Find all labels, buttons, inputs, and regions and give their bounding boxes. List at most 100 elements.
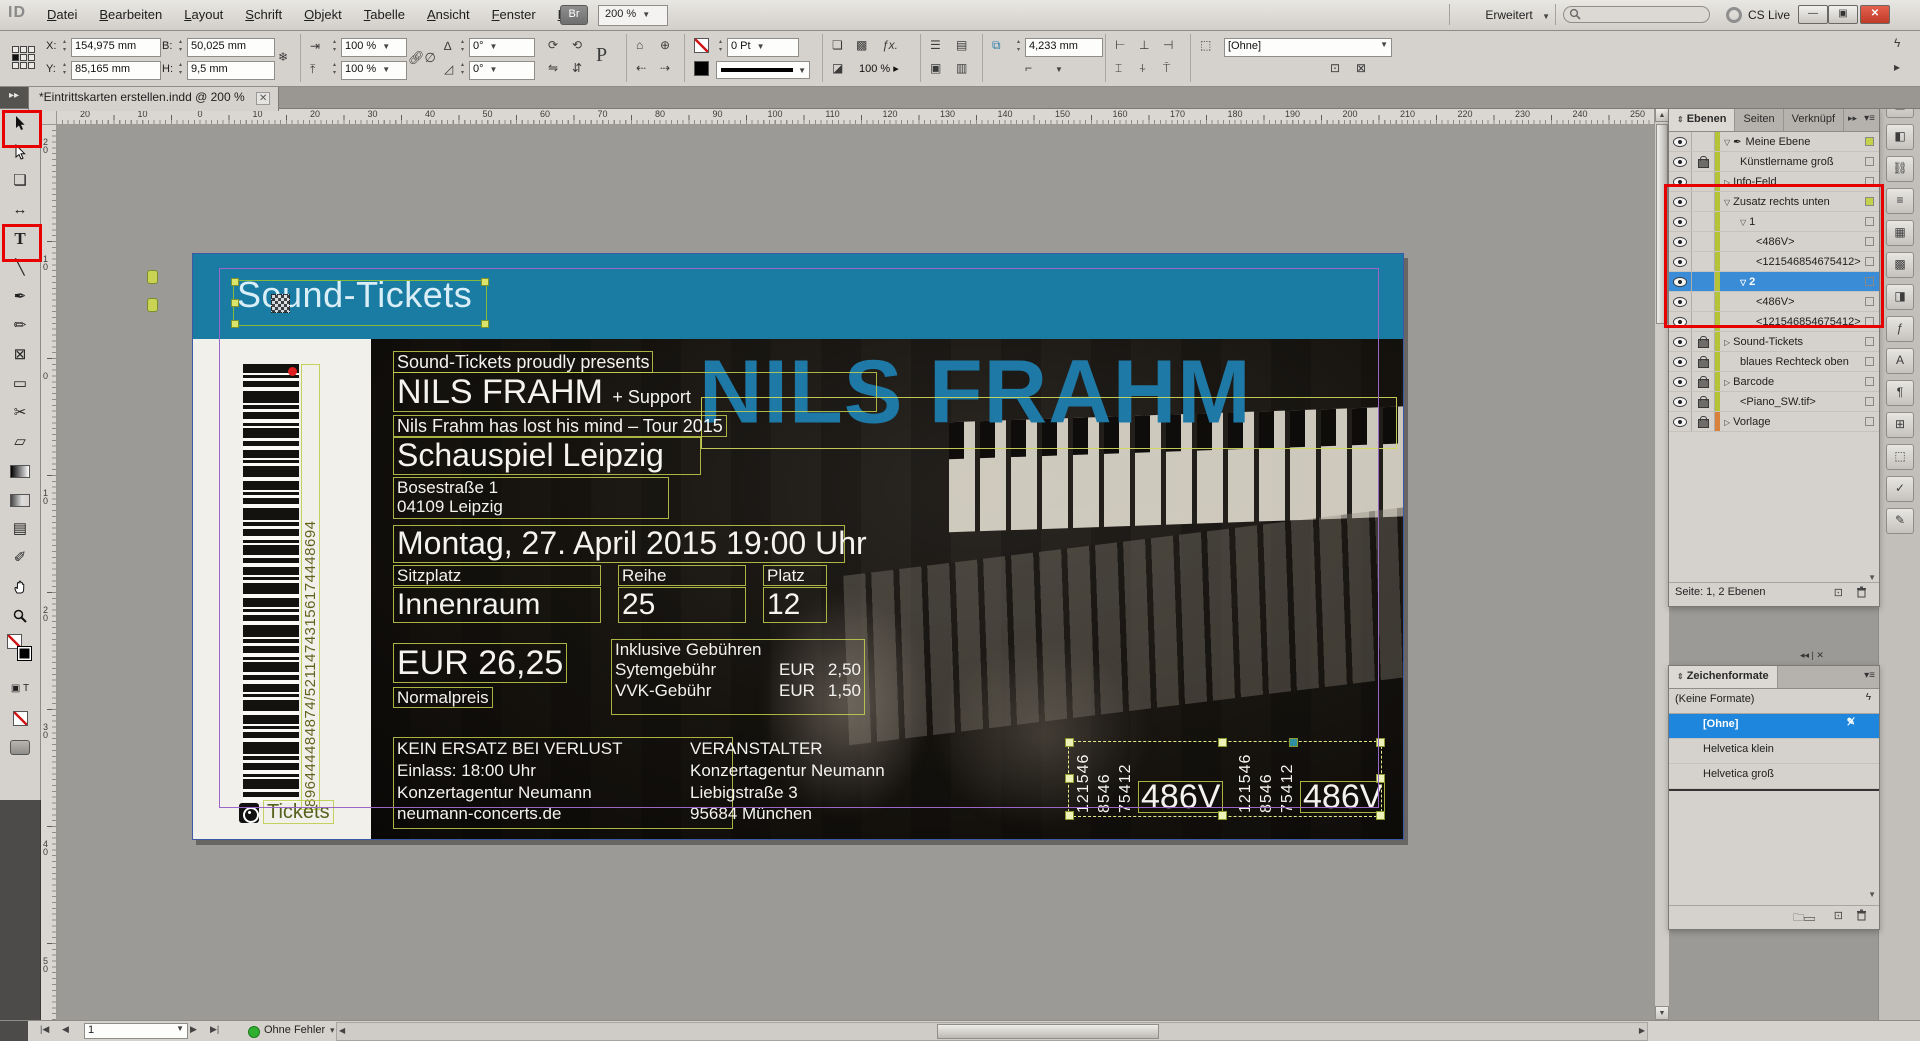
measure-tool[interactable]: ✐	[0, 543, 40, 572]
previous-page-icon[interactable]: ◀	[62, 1024, 69, 1035]
lock-icon[interactable]	[1692, 252, 1715, 271]
lock-icon[interactable]	[1692, 212, 1715, 231]
next-page-icon[interactable]: ▶	[190, 1024, 197, 1035]
direct-selection-tool[interactable]	[0, 137, 40, 166]
fill-swatch-black[interactable]	[694, 61, 709, 76]
selection-square[interactable]	[1865, 297, 1874, 306]
align-right-icon[interactable]: ⊣	[1163, 38, 1173, 52]
horizontal-ruler[interactable]: 2010010203040506070809010011012013014015…	[56, 108, 1654, 125]
fees-block[interactable]: Inklusive Gebühren SytemgebührEUR2,50VVK…	[611, 639, 865, 715]
selection-square[interactable]	[1865, 417, 1874, 426]
width-field[interactable]: 50,025 mm	[187, 38, 275, 57]
stroke-panel-icon[interactable]: ≡	[1886, 188, 1914, 214]
visibility-eye-icon[interactable]	[1669, 272, 1692, 291]
selection-square[interactable]	[1865, 337, 1874, 346]
style-row[interactable]: Helvetica klein	[1669, 739, 1879, 764]
b-stepper[interactable]: ▴▾	[176, 38, 185, 54]
selection-square[interactable]	[1865, 397, 1874, 406]
align-center-icon[interactable]: ⊥	[1139, 38, 1149, 52]
distribute-middle-icon[interactable]: ⍭	[1139, 61, 1146, 76]
selection-square[interactable]	[1865, 277, 1874, 286]
close-panel-icon[interactable]: ✕	[1816, 650, 1824, 660]
height-field[interactable]: 9,5 mm	[187, 61, 275, 80]
row-value[interactable]: 25	[618, 587, 746, 623]
lock-icon[interactable]	[1692, 232, 1715, 251]
object-styles-panel-icon[interactable]: ⬚	[1886, 444, 1914, 470]
panel-menu-icon[interactable]: ▾≡	[1864, 670, 1875, 681]
constrain-proportions-icon[interactable]: ❄	[278, 50, 288, 64]
selection-square[interactable]	[1865, 137, 1874, 146]
seat-value[interactable]: Innenraum	[393, 587, 601, 623]
tab-zeichenformate[interactable]: ⇕Zeichenformate	[1669, 666, 1778, 689]
flip-vertical-icon[interactable]: ⇵	[572, 61, 582, 75]
selection-square[interactable]	[1865, 317, 1874, 326]
presents-line[interactable]: Sound-Tickets proudly presents	[393, 351, 653, 373]
dock-expand-icon[interactable]: ▸▸	[0, 86, 28, 108]
selection-square[interactable]	[1865, 177, 1874, 186]
zoom-tool[interactable]	[0, 601, 40, 630]
hand-tool[interactable]	[0, 572, 40, 601]
visibility-eye-icon[interactable]	[1669, 372, 1692, 391]
visibility-eye-icon[interactable]	[1669, 332, 1692, 351]
lock-icon[interactable]	[1692, 352, 1715, 371]
rotate-90-cw-icon[interactable]: ⟳	[548, 38, 558, 52]
first-page-icon[interactable]: |◀	[40, 1024, 49, 1035]
price-type-line[interactable]: Normalpreis	[393, 687, 493, 708]
drop-shadow-icon[interactable]: ❏	[832, 38, 843, 52]
ticket-header-band[interactable]: Sound-Tickets	[193, 254, 1403, 340]
page-tool[interactable]: ❏	[0, 166, 40, 195]
flip-horizontal-icon[interactable]: ⇋	[548, 61, 558, 75]
twirl-icon[interactable]: ▽	[1724, 138, 1730, 147]
line-tool[interactable]: ╲	[0, 253, 40, 282]
panel-menu-icon[interactable]: ▾≡	[1864, 113, 1875, 124]
horizontal-scroll-thumb[interactable]	[937, 1024, 1159, 1039]
menu-bearbeiten[interactable]: Bearbeiten	[88, 0, 173, 30]
layer-row[interactable]: ▽1	[1669, 212, 1879, 232]
twirl-icon[interactable]: ▽	[1740, 278, 1746, 287]
clear-attributes-icon[interactable]: ⊠	[1356, 61, 1366, 75]
lock-icon[interactable]	[1692, 152, 1715, 171]
tab-ebenen[interactable]: ⇕Ebenen	[1669, 109, 1735, 132]
links-panel-icon[interactable]: ⛓︎	[1886, 156, 1914, 182]
visibility-eye-icon[interactable]	[1669, 192, 1692, 211]
workspace-switcher[interactable]: Erweitert ▼	[1485, 8, 1550, 22]
select-next-icon[interactable]: ⇢	[660, 61, 670, 75]
layer-row[interactable]: ▷Sound-Tickets	[1669, 332, 1879, 352]
menu-schrift[interactable]: Schrift	[234, 0, 293, 30]
selection-square[interactable]	[1865, 257, 1874, 266]
glyphs-panel-icon[interactable]: ⊞	[1886, 412, 1914, 438]
scroll-up-icon[interactable]: ▲	[1655, 108, 1669, 122]
scripts-panel-icon[interactable]: ✎	[1886, 508, 1914, 534]
delete-style-icon[interactable]	[1856, 909, 1867, 924]
screen-mode-button[interactable]	[0, 732, 40, 761]
rectangle-tool[interactable]: ▭	[0, 369, 40, 398]
frame-offset-field[interactable]: 4,233 mm	[1025, 38, 1103, 57]
minimize-button[interactable]: —	[1798, 5, 1828, 24]
object-style-dropdown[interactable]: [Ohne]▼	[1224, 38, 1392, 57]
opacity-value[interactable]: 100 % ▸	[856, 61, 916, 78]
organizer-block[interactable]: VERANSTALTER Konzertagentur NeumannLiebi…	[686, 737, 1024, 829]
pen-tool[interactable]: ✒	[0, 282, 40, 311]
page-number-field[interactable]: 1 ▼	[84, 1023, 188, 1039]
preflight-menu-icon[interactable]: ▾	[330, 1025, 335, 1036]
visibility-eye-icon[interactable]	[1669, 132, 1692, 151]
h-stepper[interactable]: ▴▾	[176, 61, 185, 77]
shear-stepper[interactable]: ▴▾	[458, 61, 467, 77]
scroll-down-icon[interactable]: ▼	[1655, 1006, 1669, 1020]
tour-line[interactable]: Nils Frahm has lost his mind – Tour 2015	[393, 415, 727, 437]
selection-square[interactable]	[1865, 197, 1874, 206]
layer-row[interactable]: ▷Vorlage	[1669, 412, 1879, 432]
preflight-panel-icon[interactable]: ✓	[1886, 476, 1914, 502]
collapse-left-icon[interactable]: ◂◂	[1800, 650, 1809, 660]
layer-row[interactable]: ▽Zusatz rechts unten	[1669, 192, 1879, 212]
lock-icon[interactable]	[1692, 132, 1715, 151]
bridge-button[interactable]: Br	[560, 5, 588, 25]
scroll-down-icon[interactable]: ▼	[1868, 573, 1876, 582]
effects-panel-icon[interactable]: ƒ	[1886, 316, 1914, 342]
address-block[interactable]: Bosestraße 1 04109 Leipzig	[393, 477, 669, 519]
rotation-stepper[interactable]: ▴▾	[458, 38, 467, 54]
visibility-eye-icon[interactable]	[1669, 232, 1692, 251]
x-stepper[interactable]: ▴▾	[60, 38, 69, 54]
stroke-style-dropdown[interactable]: ▼	[716, 61, 810, 79]
style-row[interactable]: [Ohne]✎̸	[1669, 714, 1879, 739]
